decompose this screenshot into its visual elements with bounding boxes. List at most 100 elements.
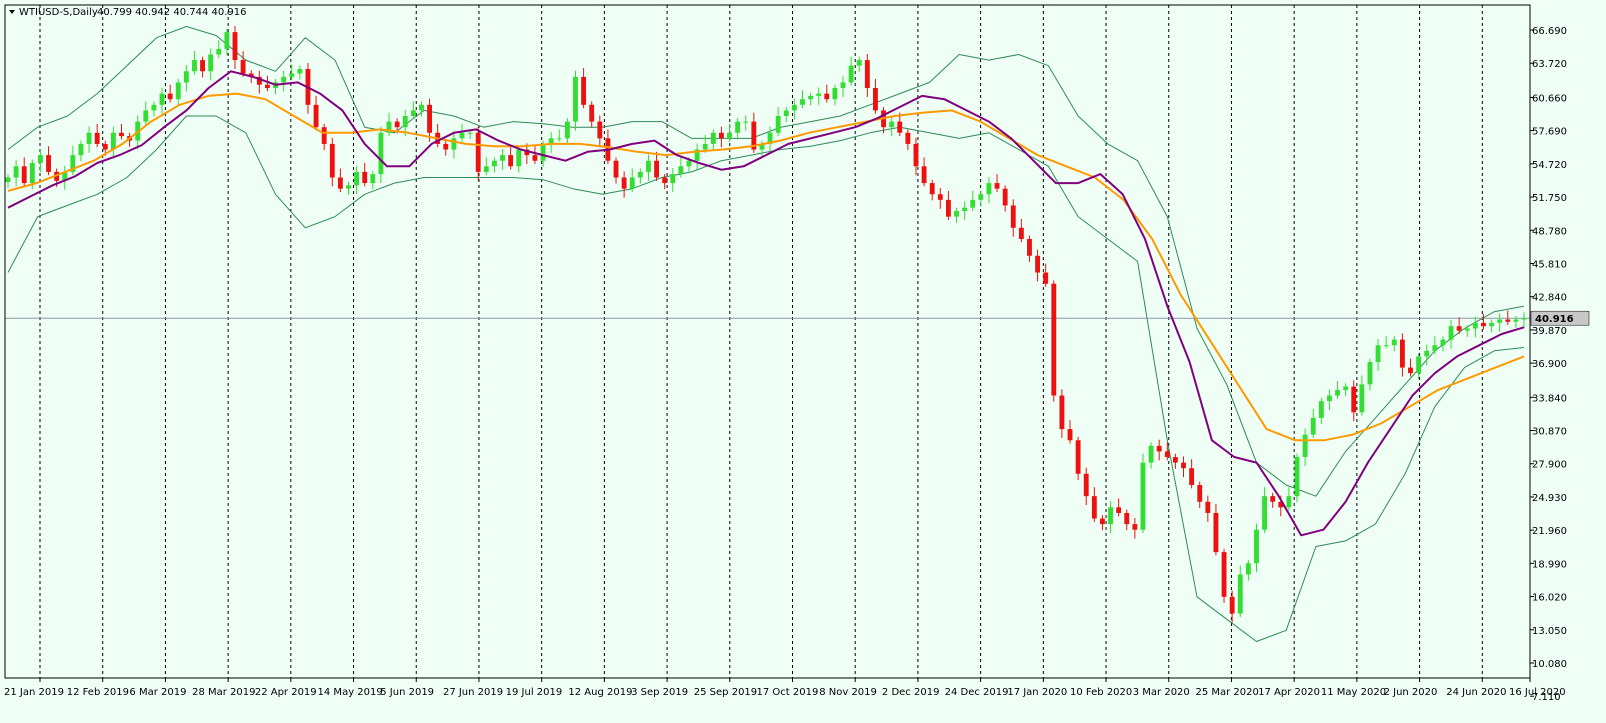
candle-body (710, 132, 716, 144)
candle-body (1156, 445, 1162, 452)
y-tick-label: 60.660 (1532, 93, 1567, 104)
candle-body (1027, 238, 1032, 256)
candle-body (1148, 445, 1154, 463)
candle-body (1351, 386, 1357, 413)
x-tick-label: 5 Jun 2019 (380, 687, 434, 698)
candle-body (102, 143, 108, 150)
x-tick-label: 12 Aug 2019 (568, 687, 632, 698)
x-tick-label: 27 Jun 2019 (443, 687, 503, 698)
candle-body (264, 84, 270, 89)
x-tick-label: 28 Mar 2019 (192, 687, 255, 698)
x-tick-label: 21 Jan 2019 (4, 687, 64, 698)
y-tick-label: 18.990 (1532, 559, 1567, 570)
candle-body (362, 171, 368, 184)
candle-body (313, 104, 319, 128)
price-axis[interactable]: 66.690 63.720 60.660 57.690 54.720 51.750 48.7… (1530, 26, 1567, 703)
candle-body (1140, 462, 1146, 530)
candle-body (840, 82, 846, 89)
plot-background (5, 5, 1530, 678)
candle-body (1383, 345, 1389, 347)
chart-canvas[interactable]: 66.690 63.720 60.660 57.690 54.720 51.750 48.7… (0, 0, 1606, 723)
candle-body (370, 174, 376, 184)
y-tick-label: 45.810 (1532, 259, 1567, 270)
candle-body (1100, 518, 1105, 525)
candle-body (5, 177, 11, 182)
candle-body (1172, 457, 1178, 463)
candle-body (192, 60, 197, 72)
candle-body (281, 76, 287, 83)
y-tick-label: 30.870 (1532, 427, 1567, 438)
candle-body (532, 155, 538, 161)
candle-body (346, 185, 351, 189)
candle-body (1327, 395, 1332, 402)
candle-body (167, 93, 173, 100)
candle-body (637, 171, 643, 178)
x-tick-label: 8 Nov 2019 (819, 687, 877, 698)
candle-body (1489, 322, 1495, 327)
x-tick-label: 2 Jun 2020 (1384, 687, 1438, 698)
chart-window[interactable]: 66.690 63.720 60.660 57.690 54.720 51.750 48.7… (0, 0, 1606, 723)
ohlc-values: 40.799 40.942 40.744 40.916 (97, 7, 247, 18)
candle-body (232, 32, 238, 61)
candle-body (240, 60, 246, 74)
candle-body (1416, 356, 1422, 374)
x-tick-label: 10 Feb 2020 (1070, 687, 1132, 698)
candle-body (1010, 205, 1016, 228)
candle-body (1472, 322, 1478, 329)
candle-body (816, 93, 822, 96)
candle-body (1359, 384, 1365, 413)
x-tick-label: 12 Feb 2019 (67, 687, 129, 698)
y-tick-label: 21.960 (1532, 526, 1567, 537)
x-tick-label: 6 Mar 2019 (129, 687, 186, 698)
candle-body (1367, 361, 1373, 385)
symbol-label: WTIUSD-S,Daily (19, 7, 98, 18)
candle-body (718, 132, 724, 139)
candle-body (556, 138, 562, 140)
candle-body (1043, 272, 1049, 284)
candle-body (978, 194, 984, 200)
y-tick-label: 51.750 (1532, 193, 1567, 204)
candle-body (1270, 496, 1276, 502)
x-tick-label: 24 Jun 2020 (1446, 687, 1506, 698)
time-axis[interactable]: 21 Jan 2019 12 Feb 2019 6 Mar 2019 28 Mar 2… (4, 678, 1566, 698)
candle-body (1505, 319, 1511, 322)
candle-body (929, 183, 935, 195)
candle-body (1051, 283, 1057, 396)
candle-body (856, 60, 862, 66)
y-tick-label: 16.020 (1532, 593, 1567, 604)
candle-body (913, 143, 919, 167)
candle-body (1497, 319, 1503, 323)
y-tick-label: 27.900 (1532, 460, 1567, 471)
candle-body (1440, 339, 1446, 346)
candle-body (613, 160, 619, 178)
candle-body (491, 160, 497, 167)
y-tick-label: 10.080 (1532, 659, 1567, 670)
candle-body (1432, 345, 1438, 351)
x-tick-label: 24 Dec 2019 (945, 687, 1009, 698)
candle-body (1481, 322, 1486, 327)
candle-body (46, 155, 51, 172)
candle-body (378, 132, 384, 175)
candle-body (200, 60, 205, 72)
candle-body (119, 132, 124, 137)
candle-body (427, 104, 432, 133)
candle-body (1067, 429, 1073, 441)
candle-body (629, 177, 635, 189)
candle-body (954, 211, 959, 217)
candle-body (945, 199, 951, 217)
candle-body (800, 99, 805, 105)
candle-body (646, 160, 651, 172)
candle-body (573, 76, 578, 122)
candle-body (783, 110, 789, 116)
candle-body (175, 82, 181, 100)
x-tick-label: 19 Jul 2019 (506, 687, 563, 698)
y-tick-label: 39.870 (1532, 326, 1567, 337)
candle-body (1164, 451, 1170, 458)
y-tick-label: 57.690 (1532, 127, 1567, 138)
candle-body (921, 166, 927, 184)
candle-body (297, 69, 303, 74)
candle-body (1286, 496, 1292, 508)
candle-body (1262, 496, 1268, 530)
candle-body (735, 121, 741, 133)
candle-body (1456, 326, 1462, 331)
